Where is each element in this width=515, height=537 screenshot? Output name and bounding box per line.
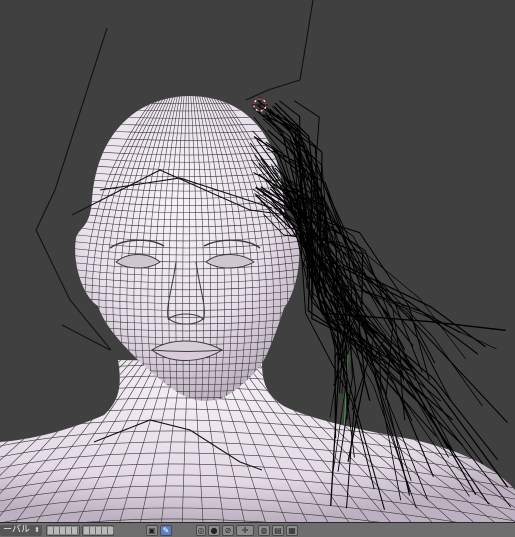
3d-cursor xyxy=(252,97,268,113)
dropdown-arrow-icon: ⬍ xyxy=(34,526,40,534)
layers-icon[interactable] xyxy=(46,525,80,536)
object-type-icon[interactable]: ▣ xyxy=(146,525,158,536)
viewport-scene xyxy=(0,0,515,522)
select-mode-icon[interactable]: ◎ xyxy=(196,525,206,536)
render-camera-icon[interactable]: ▤ xyxy=(272,525,284,536)
brush-curve-icon[interactable]: ✎ xyxy=(160,525,172,536)
render-animation-icon[interactable]: ▦ xyxy=(286,525,298,536)
mode-label: ーバル xyxy=(3,525,30,535)
view-layer-grid-icon[interactable] xyxy=(82,525,114,536)
proportional-edit-icon[interactable]: ◍ xyxy=(258,525,270,536)
pivot-point-icon[interactable]: ● xyxy=(208,525,220,536)
snap-icon[interactable]: ⊘ xyxy=(222,525,234,536)
transform-manipulator-icon[interactable]: ✛ xyxy=(236,525,254,536)
interaction-mode-select[interactable]: ーバル ⬍ xyxy=(0,525,42,536)
3d-viewport[interactable] xyxy=(0,0,515,522)
viewport-header: ーバル ⬍ ▣ ✎ ◎ ● ⊘ ✛ ◍ ▤ ▦ xyxy=(0,522,515,537)
